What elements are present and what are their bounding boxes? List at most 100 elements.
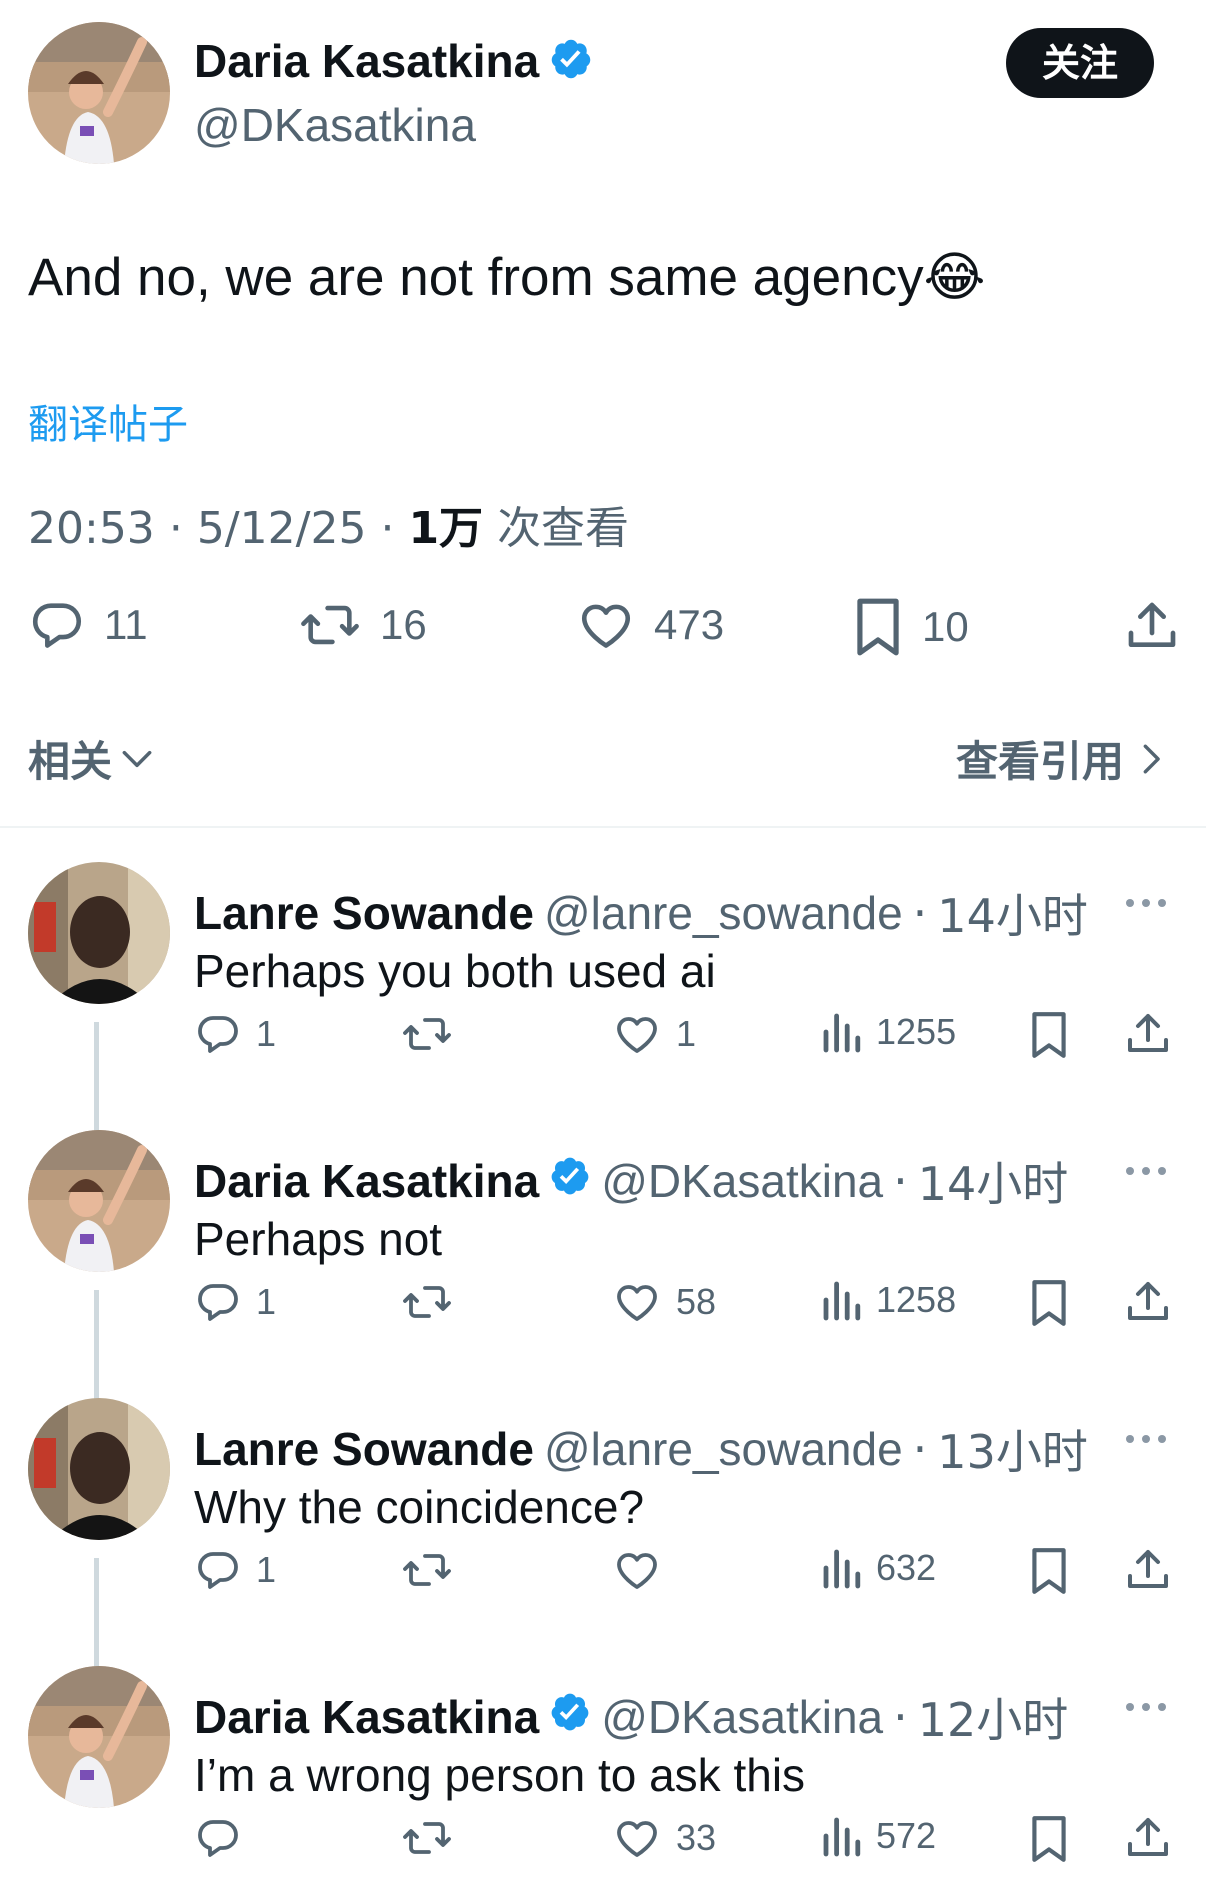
reply-avatar[interactable] bbox=[28, 1666, 170, 1808]
more-button[interactable] bbox=[1124, 1432, 1168, 1450]
like-count: 473 bbox=[654, 601, 725, 648]
reply-repost-button[interactable] bbox=[400, 1010, 468, 1058]
reply-reply-button[interactable]: 1 bbox=[194, 1546, 276, 1594]
reply-button[interactable]: 11 bbox=[28, 596, 148, 654]
reply-time[interactable]: 12小时 bbox=[918, 1684, 1069, 1750]
like-button[interactable]: 473 bbox=[576, 596, 724, 654]
bookmark-icon bbox=[1032, 1816, 1066, 1862]
reply-author-handle[interactable]: @lanre_sowande bbox=[544, 886, 903, 940]
translate-post-link[interactable]: 翻译帖子 bbox=[28, 392, 188, 450]
reply-like-button[interactable]: 1 bbox=[612, 1010, 696, 1058]
author-name[interactable]: Daria Kasatkina bbox=[194, 34, 539, 88]
reply-separator: · bbox=[893, 1154, 908, 1208]
like-icon bbox=[617, 1553, 657, 1589]
reply-item[interactable]: Daria Kasatkina @DKasatkina · 14小时 Perhaps n… bbox=[0, 1130, 1206, 1408]
more-icon bbox=[1126, 1167, 1166, 1175]
follow-button[interactable]: 关注 bbox=[1006, 28, 1154, 98]
reply-icon bbox=[32, 603, 82, 648]
reply-reply-button[interactable] bbox=[194, 1814, 256, 1862]
reply-author-name[interactable]: Lanre Sowande bbox=[194, 1422, 534, 1476]
reply-repost-button[interactable] bbox=[400, 1546, 468, 1594]
more-button[interactable] bbox=[1124, 1700, 1168, 1718]
like-icon bbox=[617, 1017, 657, 1053]
reply-reply-count: 1 bbox=[256, 1549, 277, 1590]
reply-like-count: 58 bbox=[676, 1281, 717, 1322]
reply-avatar[interactable] bbox=[28, 1130, 170, 1272]
bookmark-button[interactable]: 10 bbox=[852, 596, 969, 658]
share-icon bbox=[1128, 1014, 1168, 1052]
reply-share-button[interactable] bbox=[1124, 1278, 1172, 1326]
reply-like-button[interactable] bbox=[612, 1546, 676, 1594]
related-toggle[interactable]: 相关 bbox=[28, 728, 156, 789]
reply-count: 11 bbox=[104, 601, 148, 648]
share-button[interactable] bbox=[1124, 598, 1180, 654]
reply-item[interactable]: Lanre Sowande @lanre_sowande · 13小时 Why the … bbox=[0, 1398, 1206, 1676]
tweet-date[interactable]: 5/12/25 bbox=[197, 503, 367, 554]
reply-time[interactable]: 14小时 bbox=[937, 880, 1088, 946]
bookmark-icon bbox=[857, 598, 899, 656]
author-name-row[interactable]: Daria Kasatkina bbox=[194, 34, 593, 88]
reply-header: Daria Kasatkina @DKasatkina · 12小时 bbox=[194, 1684, 1068, 1750]
reply-author-handle[interactable]: @lanre_sowande bbox=[544, 1422, 903, 1476]
views-label: 次查看 bbox=[497, 503, 630, 554]
view-quotes-link[interactable]: 查看引用 bbox=[956, 728, 1168, 789]
reply-icon bbox=[198, 1552, 238, 1589]
repost-icon bbox=[403, 1286, 451, 1318]
reply-like-button[interactable]: 58 bbox=[612, 1278, 716, 1326]
reply-views-button[interactable]: 632 bbox=[822, 1546, 936, 1590]
like-icon bbox=[581, 604, 631, 648]
reply-author-name[interactable]: Daria Kasatkina bbox=[194, 1690, 539, 1744]
more-button[interactable] bbox=[1124, 896, 1168, 914]
reply-author-name[interactable]: Daria Kasatkina bbox=[194, 1154, 539, 1208]
reply-bookmark-button[interactable] bbox=[1028, 1010, 1070, 1060]
reply-time[interactable]: 13小时 bbox=[937, 1416, 1088, 1482]
reply-author-handle[interactable]: @DKasatkina bbox=[601, 1154, 883, 1208]
reply-share-button[interactable] bbox=[1124, 1546, 1172, 1594]
reply-views-count: 632 bbox=[876, 1547, 937, 1588]
reply-separator: · bbox=[893, 1690, 908, 1744]
tweet-meta: 20:53 · 5/12/25 · 1万 次查看 bbox=[28, 492, 629, 556]
meta-separator: · bbox=[168, 503, 183, 554]
reply-reply-count: 1 bbox=[256, 1281, 277, 1322]
reply-repost-button[interactable] bbox=[400, 1814, 468, 1862]
reply-repost-button[interactable] bbox=[400, 1278, 468, 1326]
tweet-time[interactable]: 20:53 bbox=[28, 503, 155, 554]
reply-reply-button[interactable]: 1 bbox=[194, 1010, 276, 1058]
views-icon bbox=[823, 1013, 861, 1053]
reply-author-name[interactable]: Lanre Sowande bbox=[194, 886, 534, 940]
thread-line bbox=[94, 1558, 99, 1676]
reply-avatar[interactable] bbox=[28, 862, 170, 1004]
reply-item[interactable]: Daria Kasatkina @DKasatkina · 12小时 I’m a wro… bbox=[0, 1666, 1206, 1900]
reply-time[interactable]: 14小时 bbox=[918, 1148, 1069, 1214]
reply-share-button[interactable] bbox=[1124, 1010, 1172, 1058]
reply-item[interactable]: Lanre Sowande @lanre_sowande · 14小时 Perhaps … bbox=[0, 862, 1206, 1140]
reply-reply-button[interactable]: 1 bbox=[194, 1278, 276, 1326]
reply-separator: · bbox=[912, 1422, 928, 1476]
thread-line bbox=[94, 1290, 99, 1408]
reply-reply-count: 1 bbox=[256, 1013, 277, 1054]
reply-header: Lanre Sowande @lanre_sowande · 14小时 bbox=[194, 880, 1088, 946]
divider bbox=[0, 826, 1206, 828]
reply-views-button[interactable]: 572 bbox=[822, 1814, 936, 1858]
repost-count: 16 bbox=[380, 601, 427, 648]
more-button[interactable] bbox=[1124, 1164, 1168, 1182]
reply-views-button[interactable]: 1255 bbox=[822, 1010, 956, 1054]
reply-bookmark-button[interactable] bbox=[1028, 1546, 1070, 1596]
reply-avatar[interactable] bbox=[28, 1398, 170, 1540]
author-avatar[interactable] bbox=[28, 22, 170, 164]
more-icon bbox=[1126, 899, 1166, 907]
share-icon bbox=[1128, 1550, 1168, 1588]
reply-like-button[interactable]: 33 bbox=[612, 1814, 716, 1862]
repost-icon bbox=[403, 1554, 451, 1586]
author-handle[interactable]: @DKasatkina bbox=[194, 98, 476, 152]
reply-bookmark-button[interactable] bbox=[1028, 1278, 1070, 1328]
reply-author-handle[interactable]: @DKasatkina bbox=[601, 1690, 883, 1744]
verified-badge-icon bbox=[549, 1690, 591, 1744]
share-icon bbox=[1128, 1818, 1168, 1856]
reply-share-button[interactable] bbox=[1124, 1814, 1172, 1862]
repost-button[interactable]: 16 bbox=[298, 596, 427, 654]
repost-icon bbox=[301, 605, 359, 645]
reply-views-button[interactable]: 1258 bbox=[822, 1278, 956, 1322]
reply-like-count: 1 bbox=[676, 1013, 697, 1054]
reply-bookmark-button[interactable] bbox=[1028, 1814, 1070, 1864]
